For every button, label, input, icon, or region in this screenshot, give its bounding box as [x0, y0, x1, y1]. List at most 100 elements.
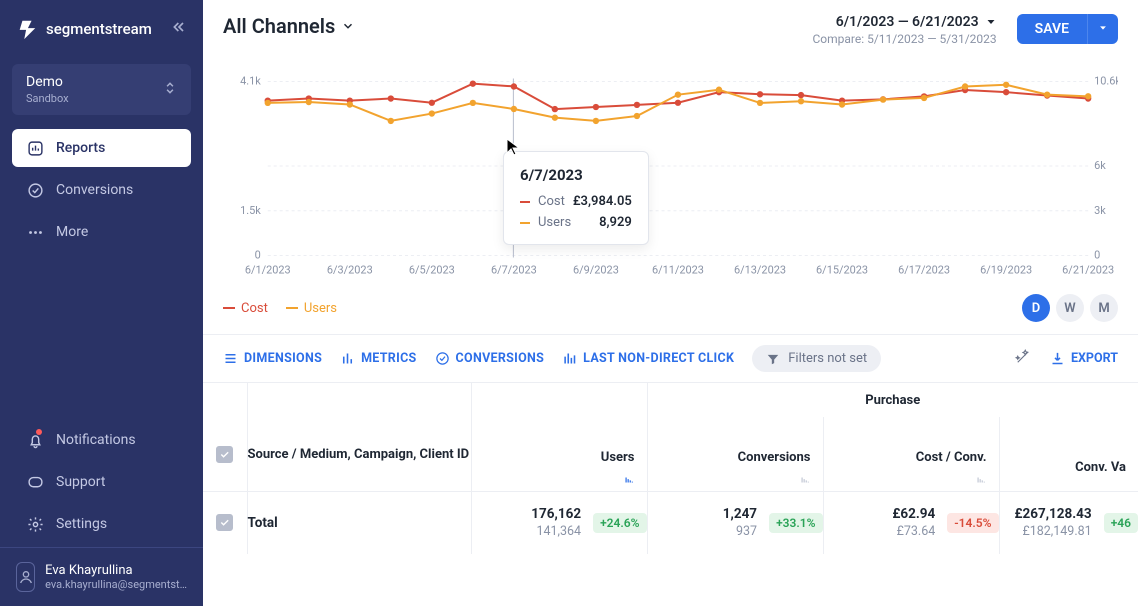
main: All Channels 6/1/2023 — 6/21/2023 Compar… — [203, 0, 1138, 606]
chevrons-updown-icon — [163, 80, 177, 100]
chevron-down-icon — [341, 19, 355, 33]
chart-area: 4.1k 1.5k 0 10.6k 6k 3k 0 6/1/20236/3/20… — [203, 56, 1138, 290]
check-icon — [219, 449, 230, 460]
cell-cval-prev: £182,149.81 — [1014, 524, 1091, 539]
granularity-week[interactable]: W — [1056, 294, 1084, 322]
nav-notifications[interactable]: Notifications — [12, 421, 191, 459]
svg-text:6/21/2023: 6/21/2023 — [1062, 263, 1114, 276]
legend-cost[interactable]: Cost — [223, 301, 268, 316]
sort-icon — [799, 475, 811, 485]
list-icon — [223, 351, 238, 366]
nav-reports-label: Reports — [56, 140, 105, 156]
export-button[interactable]: EXPORT — [1050, 351, 1118, 366]
column-group-purchase: Purchase — [647, 383, 1138, 417]
tooltip-value: £3,984.05 — [573, 194, 632, 209]
line-chart[interactable]: 4.1k 1.5k 0 10.6k 6k 3k 0 6/1/20236/3/20… — [223, 66, 1118, 286]
tooltip-value: 8,929 — [599, 215, 632, 230]
caret-down-icon — [1098, 23, 1108, 33]
check-icon — [219, 517, 230, 528]
granularity-month[interactable]: M — [1090, 294, 1118, 322]
tooltip-swatch-icon — [520, 201, 530, 203]
svg-text:6/5/2023: 6/5/2023 — [409, 263, 455, 276]
row-checkbox[interactable] — [216, 514, 233, 531]
report-title-dropdown[interactable]: All Channels — [223, 14, 355, 38]
project-selector[interactable]: Demo Sandbox — [12, 64, 191, 115]
chart-legend: Cost Users — [223, 301, 337, 316]
table-row-total: Total 176,162 141,364 +24.6% — [203, 492, 1138, 554]
column-cost-per-conv[interactable]: Cost / Conv. — [824, 417, 999, 491]
save-dropdown-button[interactable] — [1087, 14, 1118, 44]
target-icon — [435, 351, 450, 366]
project-name: Demo — [26, 74, 69, 90]
y-right-tick: 6k — [1094, 159, 1106, 172]
collapse-sidebar-button[interactable] — [171, 19, 187, 39]
user-icon — [18, 569, 34, 585]
chart-footer: Cost Users D W M — [203, 290, 1138, 334]
svg-text:6/3/2023: 6/3/2023 — [327, 263, 373, 276]
attribution-button[interactable]: LAST NON-DIRECT CLICK — [562, 351, 734, 366]
nav-conversions[interactable]: Conversions — [12, 171, 191, 209]
topbar: All Channels 6/1/2023 — 6/21/2023 Compar… — [203, 0, 1138, 56]
column-users[interactable]: Users — [472, 417, 647, 491]
logo-text: segmentstream — [46, 20, 152, 38]
select-all-checkbox[interactable] — [216, 446, 233, 463]
sidebar-header: segmentstream — [0, 0, 203, 58]
svg-text:6/19/2023: 6/19/2023 — [980, 263, 1032, 276]
svg-text:6/17/2023: 6/17/2023 — [898, 263, 950, 276]
logo-icon — [16, 18, 38, 40]
nav-more-label: More — [56, 224, 88, 240]
sidebar: segmentstream Demo Sandbox Reports Conve… — [0, 0, 203, 606]
column-dimension[interactable]: Source / Medium, Campaign, Client ID — [247, 417, 471, 492]
notification-dot-icon — [36, 429, 42, 435]
nav-more[interactable]: More — [12, 213, 191, 251]
support-icon — [26, 473, 44, 491]
granularity-toggle: D W M — [1022, 294, 1118, 322]
tooltip-date: 6/7/2023 — [520, 166, 632, 184]
save-button[interactable]: SAVE — [1017, 14, 1087, 44]
cell-conversions-prev: 937 — [723, 524, 757, 539]
cell-cpc-prev: £73.64 — [892, 524, 935, 539]
y-right-tick: 3k — [1094, 204, 1106, 217]
save-button-group: SAVE — [1017, 14, 1118, 44]
legend-cost-label: Cost — [241, 301, 268, 316]
granularity-day[interactable]: D — [1022, 294, 1050, 322]
gear-icon — [26, 515, 44, 533]
svg-text:6/7/2023: 6/7/2023 — [491, 263, 537, 276]
nav-conversions-label: Conversions — [56, 182, 133, 198]
chart-tooltip: 6/7/2023 Cost £3,984.05 Users 8,929 — [503, 151, 649, 245]
nav-main: Reports Conversions More — [0, 129, 203, 255]
cell-users-value: 176,162 — [531, 506, 581, 522]
legend-users[interactable]: Users — [286, 301, 337, 316]
cell-conversions-delta: +33.1% — [769, 513, 822, 533]
legend-swatch-icon — [223, 307, 235, 309]
date-range-selector[interactable]: 6/1/2023 — 6/21/2023 Compare: 5/11/2023 … — [812, 14, 996, 46]
cell-cpc-delta: -14.5% — [947, 513, 998, 533]
logo: segmentstream — [16, 18, 163, 40]
nav-settings[interactable]: Settings — [12, 505, 191, 543]
cell-cval-value: £267,128.43 — [1014, 506, 1091, 522]
nav-bottom: Notifications Support Settings — [0, 421, 203, 547]
tooltip-label: Users — [538, 215, 591, 230]
magic-wand-icon — [1014, 348, 1032, 366]
table-toolbar: DIMENSIONS METRICS CONVERSIONS LAST NON-… — [203, 334, 1138, 382]
user-block[interactable]: Eva Khayrullina eva.khayrullina@segments… — [0, 547, 203, 606]
column-conv-value[interactable]: Conv. Va — [1000, 417, 1138, 491]
avatar — [16, 562, 35, 592]
metrics-button[interactable]: METRICS — [340, 351, 416, 366]
conversions-button[interactable]: CONVERSIONS — [435, 351, 545, 366]
download-icon — [1050, 351, 1065, 366]
svg-text:6/1/2023: 6/1/2023 — [245, 263, 291, 276]
user-email: eva.khayrullina@segmentst… — [45, 578, 187, 591]
filter-icon — [766, 352, 780, 366]
dimensions-button[interactable]: DIMENSIONS — [223, 351, 322, 366]
nav-reports[interactable]: Reports — [12, 129, 191, 167]
column-conversions[interactable]: Conversions — [648, 417, 823, 491]
filters-button[interactable]: Filters not set — [752, 345, 881, 372]
tooltip-label: Cost — [538, 194, 565, 209]
chart-icon — [562, 351, 577, 366]
nav-support[interactable]: Support — [12, 463, 191, 501]
auto-insights-button[interactable] — [1014, 348, 1032, 370]
y-left-tick: 1.5k — [240, 204, 261, 217]
y-right-tick: 10.6k — [1094, 75, 1118, 88]
row-label: Total — [247, 492, 471, 554]
